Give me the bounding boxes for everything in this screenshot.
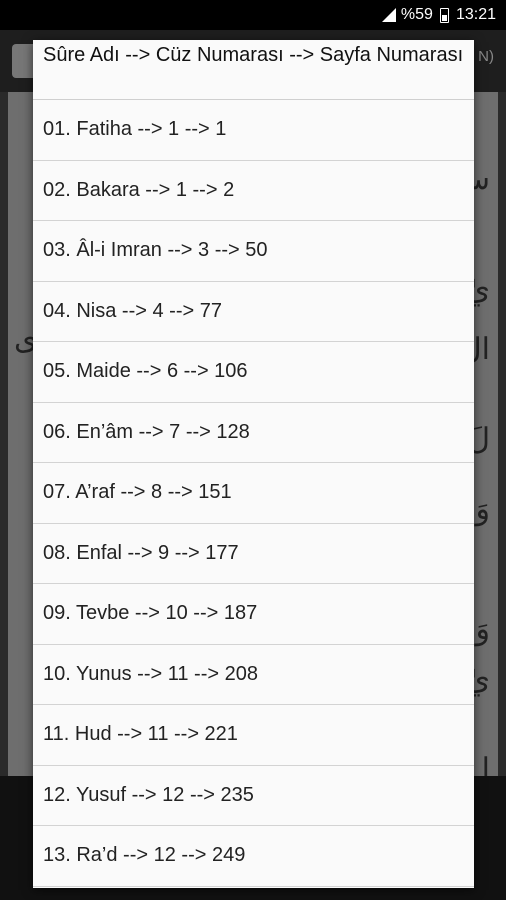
list-item[interactable]: 01. Fatiha --> 1 --> 1: [33, 100, 474, 161]
list-item[interactable]: 02. Bakara --> 1 --> 2: [33, 161, 474, 221]
clock: 13:21: [455, 6, 496, 23]
arabic-text-fragment: وَ: [475, 612, 491, 647]
list-item[interactable]: 11. Hud --> 11 --> 221: [33, 705, 474, 766]
arabic-text-fragment: وَ: [475, 492, 491, 527]
list-item[interactable]: 04. Nisa --> 4 --> 77: [33, 282, 474, 342]
surah-list-dialog: Sûre Adı --> Cüz Numarası --> Sayfa Numa…: [33, 40, 474, 888]
list-item[interactable]: 07. A’raf --> 8 --> 151: [33, 463, 474, 524]
signal-icon: [381, 8, 396, 22]
list-item[interactable]: 09. Tevbe --> 10 --> 187: [33, 584, 474, 645]
status-bar: %59 13:21: [0, 0, 506, 30]
dialog-title: Sûre Adı --> Cüz Numarası --> Sayfa Numa…: [33, 40, 474, 100]
battery-percent: %59: [400, 6, 433, 23]
surah-list: 01. Fatiha --> 1 --> 1 02. Bakara --> 1 …: [33, 100, 474, 887]
battery-icon: [439, 7, 449, 23]
toolbar-right-text: N): [478, 48, 494, 65]
list-item[interactable]: 13. Ra’d --> 12 --> 249: [33, 826, 474, 887]
list-item[interactable]: 08. Enfal --> 9 --> 177: [33, 524, 474, 584]
list-item[interactable]: 05. Maide --> 6 --> 106: [33, 342, 474, 403]
list-item[interactable]: 12. Yusuf --> 12 --> 235: [33, 766, 474, 826]
list-item[interactable]: 03. Âl-i Imran --> 3 --> 50: [33, 221, 474, 282]
list-item[interactable]: 06. En’âm --> 7 --> 128: [33, 403, 474, 463]
list-item[interactable]: 10. Yunus --> 11 --> 208: [33, 645, 474, 705]
